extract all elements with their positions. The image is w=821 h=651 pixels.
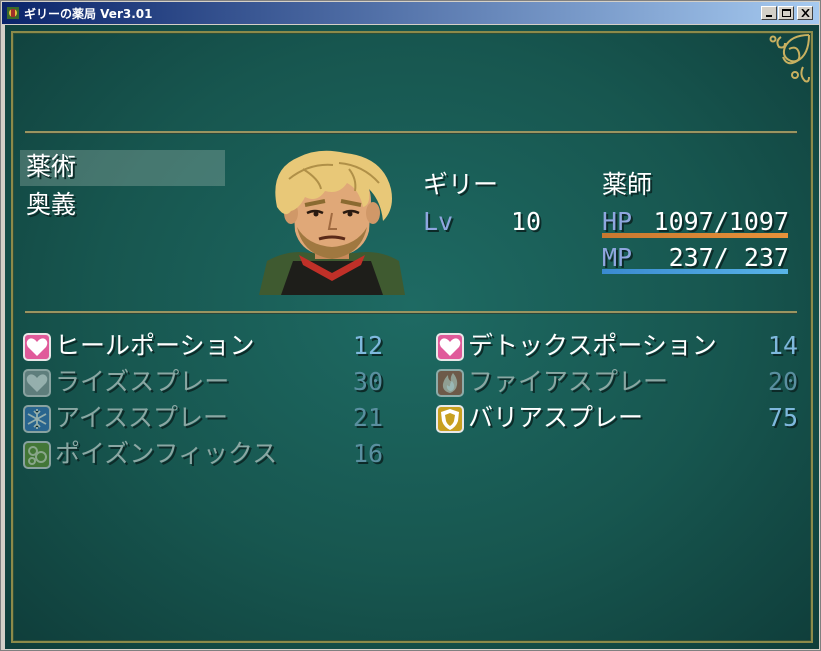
- close-button[interactable]: [797, 6, 813, 20]
- title-bar[interactable]: ギリーの薬局 Ver3.01: [2, 2, 819, 24]
- actor-portrait: [259, 150, 405, 295]
- snowflake-icon: [23, 405, 51, 433]
- skill-name: ライズスプレー: [55, 367, 230, 396]
- skill-name: アイススプレー: [55, 403, 229, 432]
- minimize-button[interactable]: [761, 6, 777, 20]
- hp-gauge: [602, 233, 788, 238]
- skill-name: ファイアスプレー: [468, 367, 669, 396]
- level-value: 10: [511, 207, 542, 236]
- skill-name: ポイズンフィックス: [55, 439, 278, 468]
- game-screen: 薬術 奥義 ギリー Lv 10 薬師 HP 1097/1097 MP 237/ …: [5, 25, 819, 649]
- maximize-icon: [782, 9, 791, 17]
- app-icon: [7, 7, 19, 19]
- heart-icon: [23, 369, 51, 397]
- skill-name: デトックスポーション: [468, 331, 717, 360]
- command-item-secret-art[interactable]: 奥義: [26, 190, 76, 220]
- skill-count: 12: [352, 331, 383, 360]
- heart-icon: [23, 333, 51, 361]
- skill-name: バリアスプレー: [468, 403, 644, 432]
- corner-ornament-icon: [769, 34, 810, 83]
- heart-icon: [436, 333, 464, 361]
- hp-gauge-fill: [602, 233, 788, 238]
- minimize-icon: [766, 15, 772, 17]
- fire-icon: [436, 369, 464, 397]
- game-window: ギリーの薬局 Ver3.01 薬術 奥義 ギリー Lv 10 薬師 HP 109…: [0, 0, 821, 651]
- command-item-pharmacy[interactable]: 薬術: [26, 152, 76, 182]
- shield-icon: [436, 405, 464, 433]
- close-icon: [801, 9, 810, 17]
- skill-name: ヒールポーション: [55, 331, 255, 360]
- skill-count: 30: [352, 367, 383, 396]
- actor-class: 薬師: [602, 170, 653, 199]
- poison-bubbles-icon: [23, 441, 51, 469]
- skill-count: 14: [767, 331, 798, 360]
- skill-count: 21: [352, 403, 383, 432]
- middle-divider: [25, 311, 797, 313]
- level-label: Lv: [423, 207, 454, 236]
- skill-count: 75: [767, 403, 798, 432]
- actor-name: ギリー: [423, 170, 499, 199]
- top-divider: [25, 131, 797, 133]
- window-title: ギリーの薬局 Ver3.01: [24, 7, 153, 21]
- maximize-button[interactable]: [778, 6, 794, 20]
- skill-count: 16: [352, 439, 383, 468]
- mp-gauge: [602, 269, 788, 274]
- mp-gauge-fill: [602, 269, 788, 274]
- skill-count: 20: [767, 367, 798, 396]
